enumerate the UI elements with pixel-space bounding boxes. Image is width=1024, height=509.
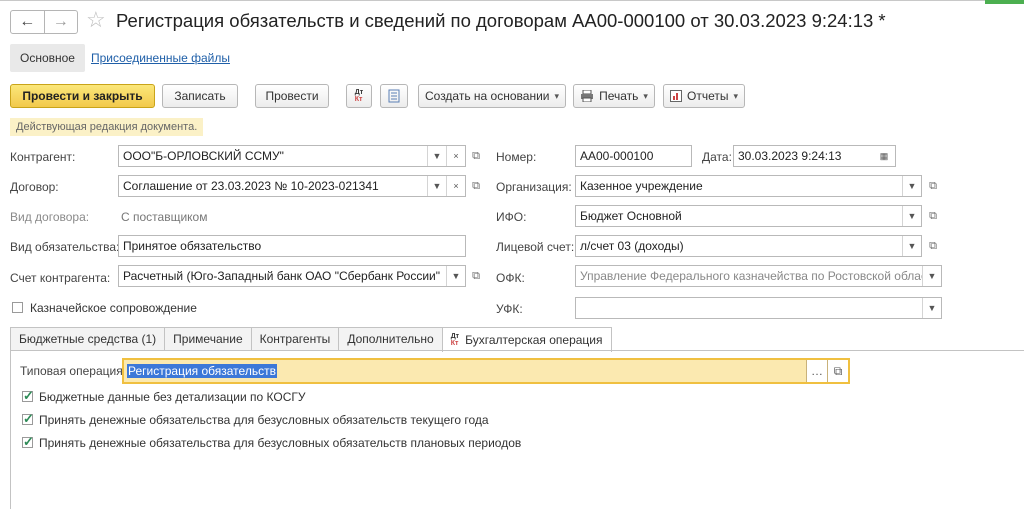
ofk-field[interactable]: Управление Федерального казначейства по … bbox=[575, 265, 942, 287]
date-value: 30.03.2023 9:24:13 bbox=[738, 149, 842, 163]
tab-accounting-operation[interactable]: Дт Кт Бухгалтерская операция bbox=[441, 327, 612, 352]
treasury-support-checkbox[interactable] bbox=[12, 302, 23, 313]
contract-type-value: С поставщиком bbox=[121, 210, 208, 224]
post-and-close-button[interactable]: Провести и закрыть bbox=[10, 84, 155, 108]
date-field[interactable]: 30.03.2023 9:24:13 ▦ bbox=[733, 145, 896, 167]
dropdown-arrow-icon[interactable]: ▼ bbox=[902, 236, 921, 256]
calendar-icon[interactable]: ▦ bbox=[873, 146, 895, 166]
dt-kt-icon: Дт Кт bbox=[354, 89, 364, 103]
no-kosgu-label: Бюджетные данные без детализации по КОСГ… bbox=[39, 390, 306, 404]
current-year-obligations-label: Принять денежные обязательства для безус… bbox=[39, 413, 489, 427]
printer-icon bbox=[581, 90, 594, 102]
open-link-icon[interactable]: ⧉ bbox=[467, 265, 485, 287]
tab-budget-funds[interactable]: Бюджетные средства (1) bbox=[10, 327, 166, 350]
current-year-obligations-checkbox[interactable] bbox=[22, 411, 34, 427]
number-label: Номер: bbox=[496, 150, 537, 164]
number-field[interactable]: АА00-000100 bbox=[575, 145, 692, 167]
section-main[interactable]: Основное bbox=[10, 44, 85, 72]
list-button[interactable] bbox=[380, 84, 408, 108]
ifo-value: Бюджет Основной bbox=[580, 209, 682, 223]
obligation-type-value: Принятое обязательство bbox=[123, 239, 262, 253]
counterparty-account-label: Счет контрагента: bbox=[10, 271, 111, 285]
personal-account-label: Лицевой счет: bbox=[496, 240, 575, 254]
typical-operation-text: Регистрация обязательств bbox=[124, 360, 806, 382]
print-label: Печать bbox=[599, 89, 639, 103]
number-value: АА00-000100 bbox=[580, 149, 654, 163]
contract-field[interactable]: Соглашение от 23.03.2023 № 10-2023-02134… bbox=[118, 175, 466, 197]
section-attached-files[interactable]: Присоединенные файлы bbox=[91, 51, 230, 65]
planned-periods-obligations-checkbox[interactable] bbox=[22, 434, 34, 450]
counterparty-account-field[interactable]: Расчетный (Юго-Западный банк ОАО "Сберба… bbox=[118, 265, 466, 287]
document-title: Регистрация обязательств и сведений по д… bbox=[116, 10, 886, 31]
create-based-on-label: Создать на основании bbox=[424, 89, 550, 103]
open-link-icon[interactable]: ⧉ bbox=[467, 145, 485, 167]
document-tabs: Бюджетные средства (1) Примечание Контра… bbox=[10, 327, 612, 352]
save-button[interactable]: Записать bbox=[162, 84, 238, 108]
print-dropdown[interactable]: Печать bbox=[573, 84, 655, 108]
counterparty-field[interactable]: ООО"Б-ОРЛОВСКИЙ ССМУ" ▼ × bbox=[118, 145, 466, 167]
planned-periods-obligations-label: Принять денежные обязательства для безус… bbox=[39, 436, 522, 450]
contract-type-label: Вид договора: bbox=[10, 210, 90, 224]
counterparty-value: ООО"Б-ОРЛОВСКИЙ ССМУ" bbox=[123, 149, 284, 163]
clear-icon[interactable]: × bbox=[446, 146, 465, 166]
select-ellipsis-icon[interactable]: … bbox=[806, 360, 827, 382]
organization-field[interactable]: Казенное учреждение ▼ bbox=[575, 175, 922, 197]
obligation-type-label: Вид обязательства: bbox=[10, 240, 120, 254]
ifo-field[interactable]: Бюджет Основной ▼ bbox=[575, 205, 922, 227]
dropdown-arrow-icon[interactable]: ▼ bbox=[902, 206, 921, 226]
post-button[interactable]: Провести bbox=[255, 84, 329, 108]
dt-kt-button[interactable]: Дт Кт bbox=[346, 84, 372, 108]
back-arrow-icon[interactable]: ← bbox=[11, 11, 44, 33]
personal-account-field[interactable]: л/счет 03 (доходы) ▼ bbox=[575, 235, 922, 257]
current-revision-notice: Действующая редакция документа. bbox=[10, 118, 204, 136]
dropdown-arrow-icon[interactable]: ▼ bbox=[446, 266, 465, 286]
dropdown-arrow-icon[interactable]: ▼ bbox=[922, 298, 941, 318]
typical-operation-field[interactable]: Регистрация обязательств … ⧉ bbox=[122, 358, 850, 384]
open-link-icon[interactable]: ⧉ bbox=[924, 175, 942, 197]
open-link-icon[interactable]: ⧉ bbox=[924, 205, 942, 227]
open-link-icon[interactable]: ⧉ bbox=[467, 175, 485, 197]
dropdown-arrow-icon[interactable]: ▼ bbox=[427, 146, 446, 166]
tab-counterparties[interactable]: Контрагенты bbox=[250, 327, 340, 350]
ofk-label: ОФК: bbox=[496, 271, 525, 285]
tab-additional[interactable]: Дополнительно bbox=[338, 327, 443, 350]
dropdown-arrow-icon[interactable]: ▼ bbox=[427, 176, 446, 196]
counterparty-account-value: Расчетный (Юго-Западный банк ОАО "Сберба… bbox=[123, 269, 441, 283]
obligation-type-field[interactable]: Принятое обязательство bbox=[118, 235, 466, 257]
contract-value: Соглашение от 23.03.2023 № 10-2023-02134… bbox=[123, 179, 379, 193]
organization-value: Казенное учреждение bbox=[580, 179, 703, 193]
ufk-label: УФК: bbox=[496, 302, 523, 316]
date-label: Дата: bbox=[702, 150, 732, 164]
form-sections: Основное Присоединенные файлы bbox=[10, 44, 230, 72]
window-top-bar bbox=[0, 0, 1024, 5]
no-kosgu-checkbox[interactable] bbox=[22, 388, 34, 404]
report-icon bbox=[669, 90, 682, 102]
create-based-on-dropdown[interactable]: Создать на основании bbox=[418, 84, 566, 108]
reports-dropdown[interactable]: Отчеты bbox=[663, 84, 745, 108]
tab-note[interactable]: Примечание bbox=[164, 327, 252, 350]
ufk-field[interactable]: ▼ bbox=[575, 297, 942, 319]
reports-label: Отчеты bbox=[686, 89, 729, 103]
open-link-icon[interactable]: ⧉ bbox=[924, 235, 942, 257]
personal-account-value: л/счет 03 (доходы) bbox=[580, 239, 684, 253]
ifo-label: ИФО: bbox=[496, 210, 527, 224]
dropdown-arrow-icon[interactable]: ▼ bbox=[922, 266, 941, 286]
ofk-value: Управление Федерального казначейства по … bbox=[580, 269, 922, 283]
counterparty-label: Контрагент: bbox=[10, 150, 76, 164]
dropdown-arrow-icon[interactable]: ▼ bbox=[902, 176, 921, 196]
navigation-buttons: ← → bbox=[10, 10, 78, 34]
typical-operation-value: Регистрация обязательств bbox=[127, 364, 277, 378]
clear-icon[interactable]: × bbox=[446, 176, 465, 196]
organization-label: Организация: bbox=[496, 180, 572, 194]
dt-kt-icon: Дт Кт bbox=[450, 333, 460, 347]
favorite-star-icon[interactable]: ☆ bbox=[86, 8, 106, 32]
contract-label: Договор: bbox=[10, 180, 59, 194]
forward-arrow-icon[interactable]: → bbox=[43, 11, 78, 33]
ufk-value bbox=[576, 298, 922, 318]
treasury-support-label: Казначейское сопровождение bbox=[30, 301, 197, 315]
typical-operation-label: Типовая операция: bbox=[20, 364, 127, 378]
tab-accounting-operation-label: Бухгалтерская операция bbox=[465, 333, 603, 347]
document-list-icon bbox=[388, 89, 400, 103]
open-link-icon[interactable]: ⧉ bbox=[827, 360, 848, 382]
